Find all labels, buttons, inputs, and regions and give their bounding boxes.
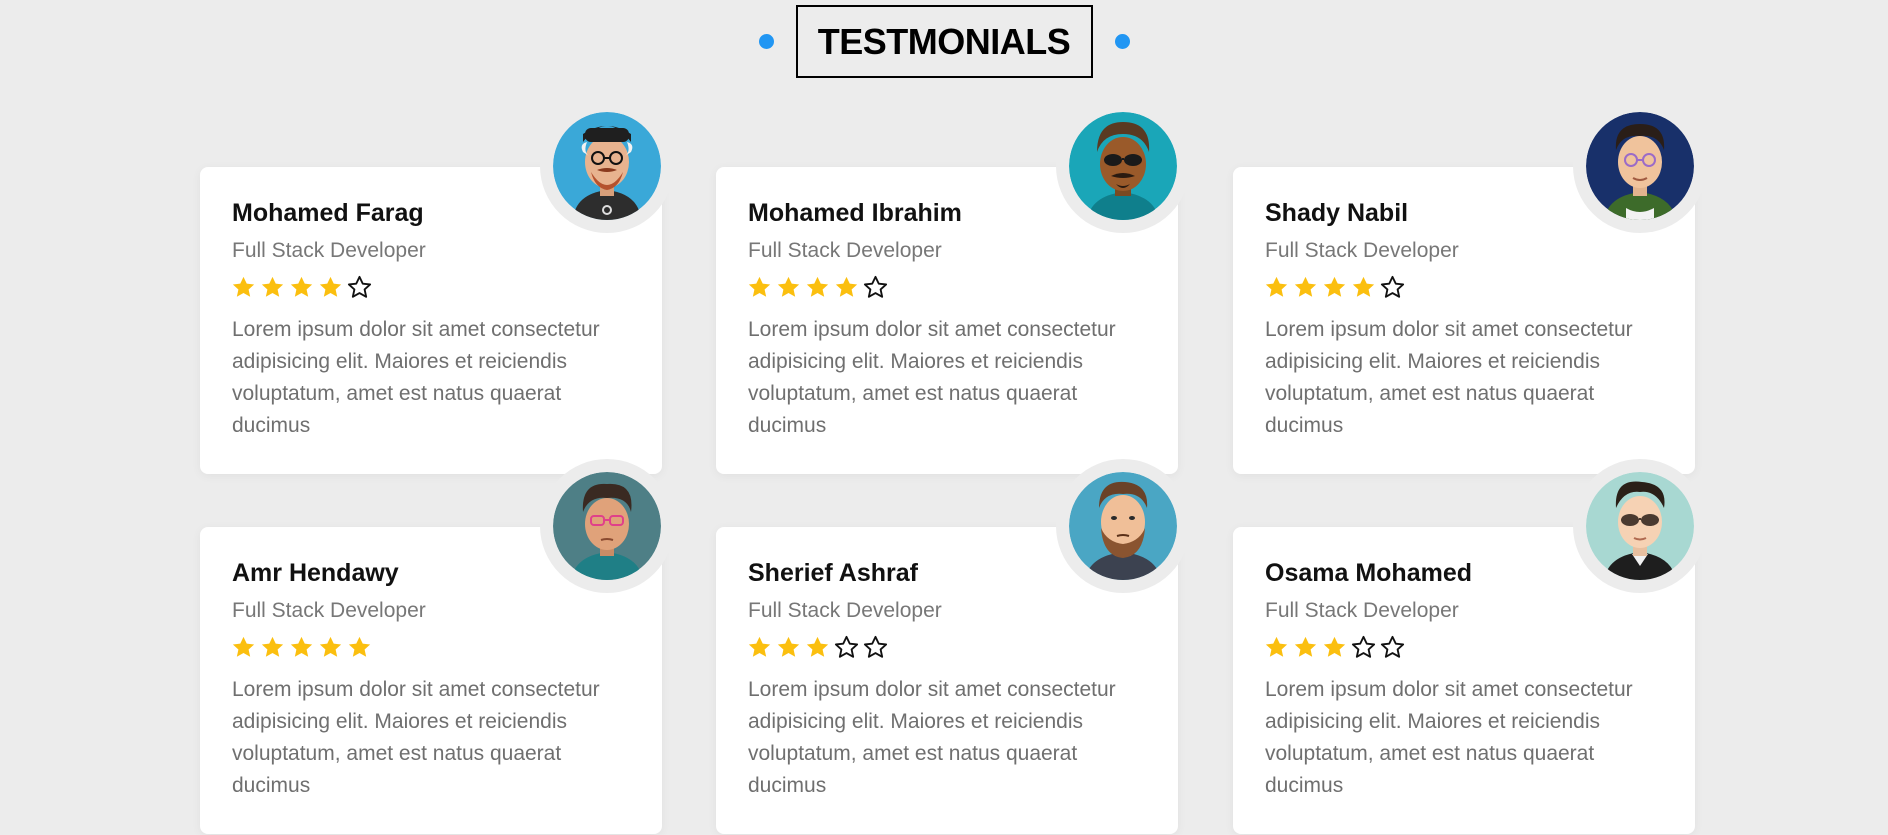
avatar-frame [540,99,674,233]
avatar-frame [1056,99,1190,233]
star-filled-icon [777,636,800,657]
star-empty-icon [347,275,372,298]
testimonial-card: Amr Hendawy Full Stack Developer Lorem i… [200,459,674,834]
person-role: Full Stack Developer [748,239,942,262]
star-filled-icon [319,636,342,657]
star-filled-icon [1323,636,1346,657]
rating-stars [231,635,372,660]
avatar-image [1586,472,1694,580]
star-filled-icon [748,636,771,657]
left-dot-decoration [758,34,774,49]
testimonial-text: Lorem ipsum dolor sit amet consectetur a… [232,678,600,797]
avatar-image [1586,112,1694,220]
testimonial-card: Mohamed Farag Full Stack Developer Lorem… [200,99,674,474]
star-empty-icon [1380,635,1405,658]
star-filled-icon [232,276,255,297]
star-filled-icon [1323,276,1346,297]
testimonial-card: Sherief Ashraf Full Stack Developer Lore… [716,459,1190,834]
avatar-image [1069,472,1177,580]
avatar-image [553,112,661,220]
rating-stars [747,275,888,300]
star-filled-icon [806,636,829,657]
person-role: Full Stack Developer [748,599,942,622]
star-filled-icon [806,276,829,297]
avatar-image [553,472,661,580]
person-name: Osama Mohamed [1265,559,1473,587]
star-filled-icon [290,636,313,657]
section-title: TESTMONIALS [795,5,1093,78]
star-filled-icon [1265,636,1288,657]
star-empty-icon [834,635,859,658]
person-name: Sherief Ashraf [748,559,918,587]
star-filled-icon [261,636,284,657]
star-filled-icon [1294,636,1317,657]
testimonial-card: Osama Mohamed Full Stack Developer Lorem… [1233,459,1707,834]
star-empty-icon [1380,275,1405,298]
star-filled-icon [1294,276,1317,297]
person-name: Mohamed Ibrahim [748,199,962,227]
testimonial-text: Lorem ipsum dolor sit amet consectetur a… [1265,678,1633,797]
star-filled-icon [290,276,313,297]
avatar-frame [1573,459,1707,593]
person-name: Shady Nabil [1265,199,1409,227]
star-filled-icon [232,636,255,657]
star-filled-icon [319,276,342,297]
person-role: Full Stack Developer [1265,599,1459,622]
star-empty-icon [863,635,888,658]
avatar-image [1069,112,1177,220]
person-role: Full Stack Developer [232,599,426,622]
testimonial-text: Lorem ipsum dolor sit amet consectetur a… [1265,318,1633,437]
avatar-frame [1573,99,1707,233]
star-filled-icon [1265,276,1288,297]
person-name: Amr Hendawy [232,559,399,587]
rating-stars [1264,275,1405,300]
star-empty-icon [1351,635,1376,658]
person-role: Full Stack Developer [232,239,426,262]
testimonial-card: Shady Nabil Full Stack Developer Lorem i… [1233,99,1707,474]
right-dot-decoration [1114,34,1130,49]
star-filled-icon [835,276,858,297]
star-filled-icon [748,276,771,297]
star-empty-icon [863,275,888,298]
star-filled-icon [777,276,800,297]
person-name: Mohamed Farag [232,199,424,227]
testimonial-text: Lorem ipsum dolor sit amet consectetur a… [748,318,1116,437]
testimonial-text: Lorem ipsum dolor sit amet consectetur a… [748,678,1116,797]
avatar-frame [1056,459,1190,593]
testimonial-text: Lorem ipsum dolor sit amet consectetur a… [232,318,600,437]
person-role: Full Stack Developer [1265,239,1459,262]
testimonial-card: Mohamed Ibrahim Full Stack Developer Lor… [716,99,1190,474]
star-filled-icon [261,276,284,297]
rating-stars [1264,635,1405,660]
rating-stars [231,275,372,300]
section-header: TESTMONIALS [0,5,1888,78]
avatar-frame [540,459,674,593]
star-filled-icon [348,636,371,657]
star-filled-icon [1352,276,1375,297]
rating-stars [747,635,888,660]
